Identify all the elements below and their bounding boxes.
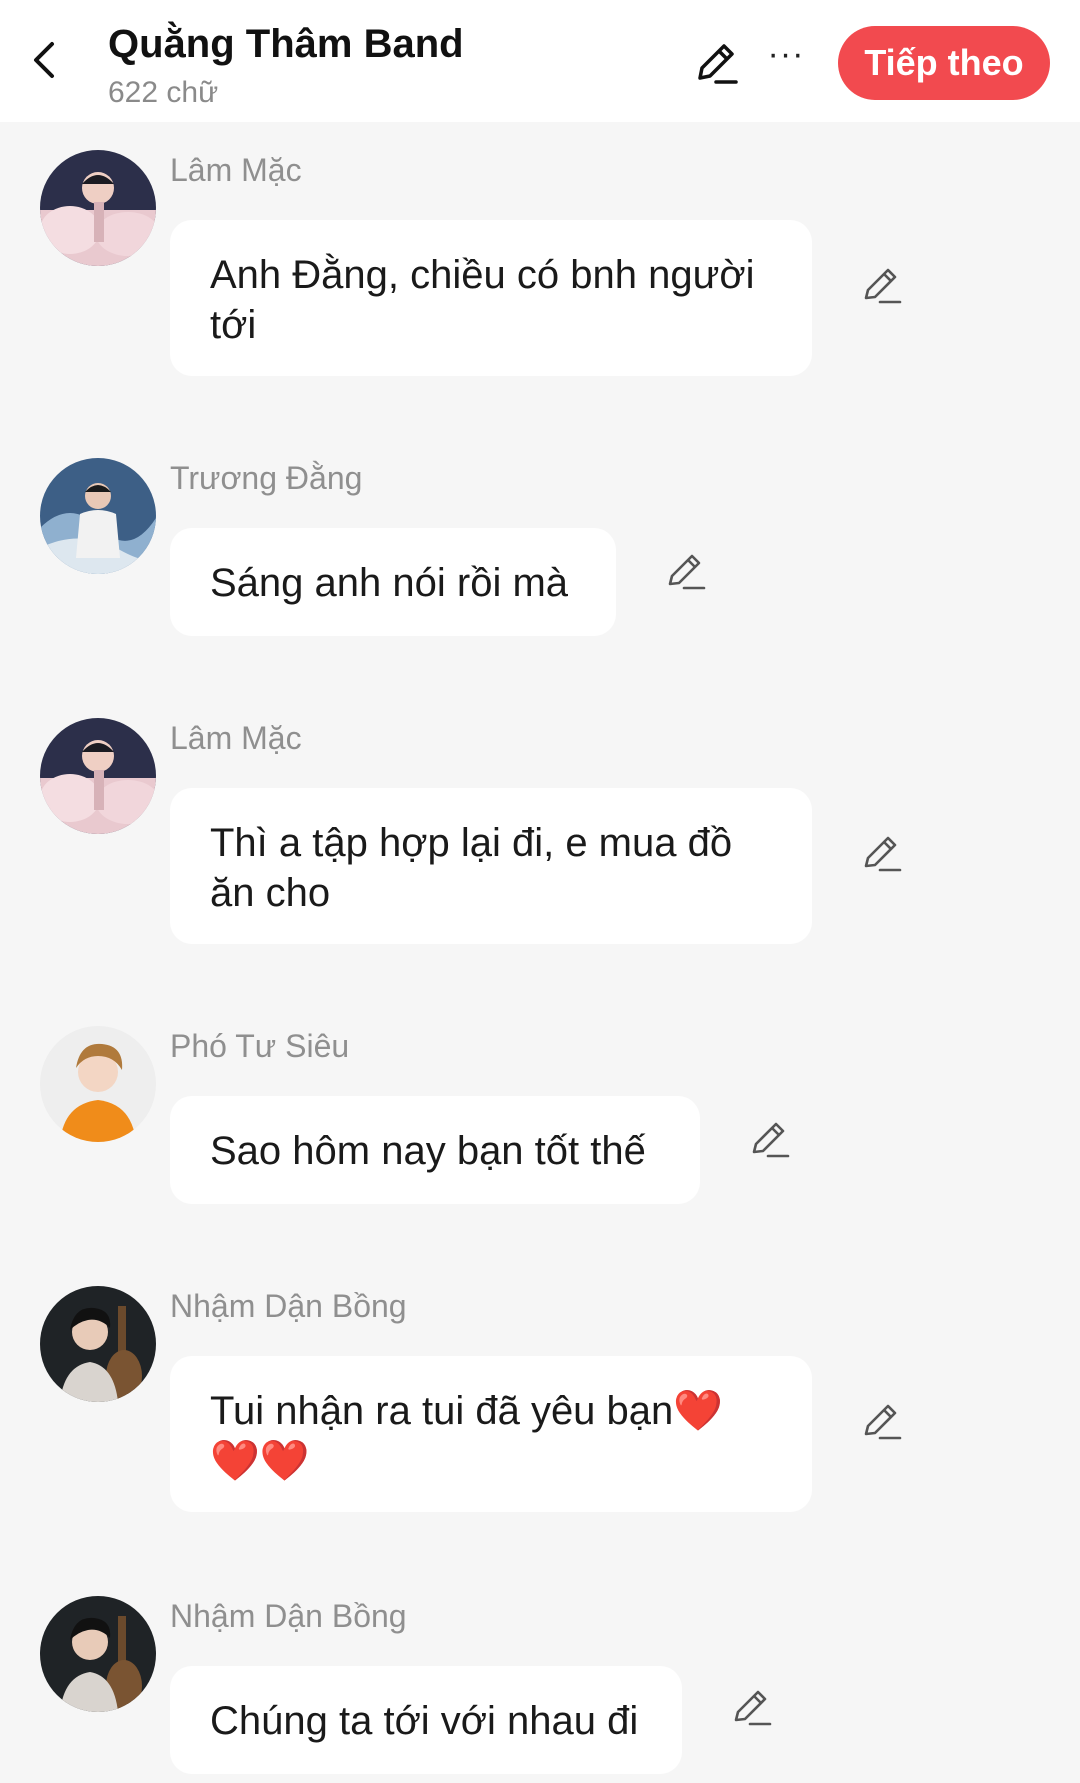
page-title: Quằng Thâm Band — [108, 22, 464, 66]
message-text-line: Thì a tập hợp lại đi, e mua đồ — [210, 821, 733, 865]
edit-message-button[interactable] — [860, 1400, 904, 1444]
pencil-icon — [698, 44, 738, 84]
heart-emoji: ❤️ — [673, 1389, 724, 1433]
pencil-icon — [752, 1122, 790, 1158]
edit-message-button[interactable] — [664, 550, 708, 594]
sender-name: Lâm Mặc — [170, 720, 302, 756]
avatar[interactable] — [40, 150, 156, 266]
message-bubble[interactable]: Tui nhận ra tui đã yêu bạn❤️ ❤️❤️ — [170, 1356, 812, 1512]
avatar[interactable] — [40, 1026, 156, 1142]
back-button[interactable] — [24, 36, 64, 84]
edit-message-button[interactable] — [730, 1686, 774, 1730]
chevron-left-icon — [34, 42, 54, 78]
message-text-line: Tui nhận ra tui đã yêu bạn❤️ — [210, 1389, 724, 1433]
edit-message-button[interactable] — [748, 1118, 792, 1162]
pencil-icon — [864, 268, 902, 304]
pencil-icon — [864, 836, 902, 872]
pencil-icon — [668, 554, 706, 590]
message-text-line: ăn cho — [210, 871, 331, 915]
sender-name: Lâm Mặc — [170, 152, 302, 188]
edit-message-button[interactable] — [860, 264, 904, 308]
message-bubble[interactable]: Anh Đằng, chiều có bnh người tới — [170, 220, 812, 376]
next-button[interactable]: Tiếp theo — [838, 26, 1050, 100]
word-count: 622 chữ — [108, 76, 219, 109]
message-text-line: Sáng anh nói rồi mà — [210, 561, 569, 605]
sender-name: Nhậm Dận Bồng — [170, 1288, 407, 1324]
heart-emoji: ❤️❤️ — [210, 1439, 310, 1483]
sender-name: Trương Đằng — [170, 460, 363, 496]
avatar[interactable] — [40, 1596, 156, 1712]
top-bar: Quằng Thâm Band 622 chữ ··· Tiếp theo — [0, 0, 1080, 122]
pencil-icon — [734, 1690, 772, 1726]
avatar[interactable] — [40, 718, 156, 834]
more-options-button[interactable]: ··· — [764, 37, 808, 74]
message-bubble[interactable]: Chúng ta tới với nhau đi — [170, 1666, 682, 1774]
message-bubble[interactable]: Thì a tập hợp lại đi, e mua đồ ăn cho — [170, 788, 812, 944]
avatar[interactable] — [40, 1286, 156, 1402]
edit-message-button[interactable] — [860, 832, 904, 876]
edit-button[interactable] — [690, 38, 740, 88]
message-bubble[interactable]: Sao hôm nay bạn tốt thế — [170, 1096, 700, 1204]
message-text-line: tới — [210, 303, 257, 347]
sender-name: Nhậm Dận Bồng — [170, 1598, 407, 1634]
avatar[interactable] — [40, 458, 156, 574]
pencil-icon — [864, 1404, 902, 1440]
message-bubble[interactable]: Sáng anh nói rồi mà — [170, 528, 616, 636]
message-text-line: Sao hôm nay bạn tốt thế — [210, 1129, 646, 1173]
sender-name: Phó Tư Siêu — [170, 1028, 350, 1064]
message-text-line: Chúng ta tới với nhau đi — [210, 1699, 639, 1743]
message-text-line: Anh Đằng, chiều có bnh người — [210, 253, 755, 297]
